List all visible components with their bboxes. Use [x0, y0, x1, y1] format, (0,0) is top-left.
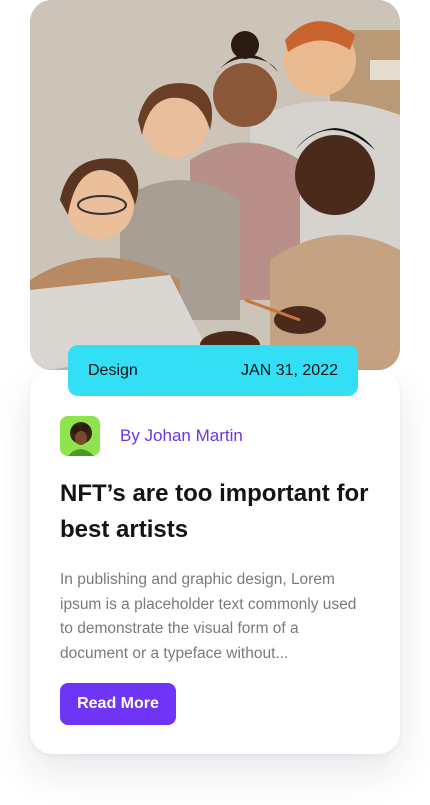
avatar-icon [60, 416, 100, 456]
post-excerpt: In publishing and graphic design, Lorem … [60, 571, 357, 662]
team-photo-illustration [30, 0, 400, 370]
category-tag[interactable]: Design [88, 362, 138, 380]
read-more-button[interactable]: Read More [60, 683, 176, 725]
post-date: JAN 31, 2022 [241, 361, 338, 379]
team-photo [30, 0, 400, 370]
blog-card-page: Design JAN 31, 2022 By Johan Martin NFT’… [0, 0, 430, 805]
author-avatar[interactable] [60, 416, 100, 456]
post-meta-bar: Design JAN 31, 2022 [68, 345, 358, 396]
post-title[interactable]: NFT’s are too important for best artists [60, 476, 370, 548]
author-row: By Johan Martin [60, 416, 243, 456]
author-name[interactable]: By Johan Martin [120, 426, 243, 446]
